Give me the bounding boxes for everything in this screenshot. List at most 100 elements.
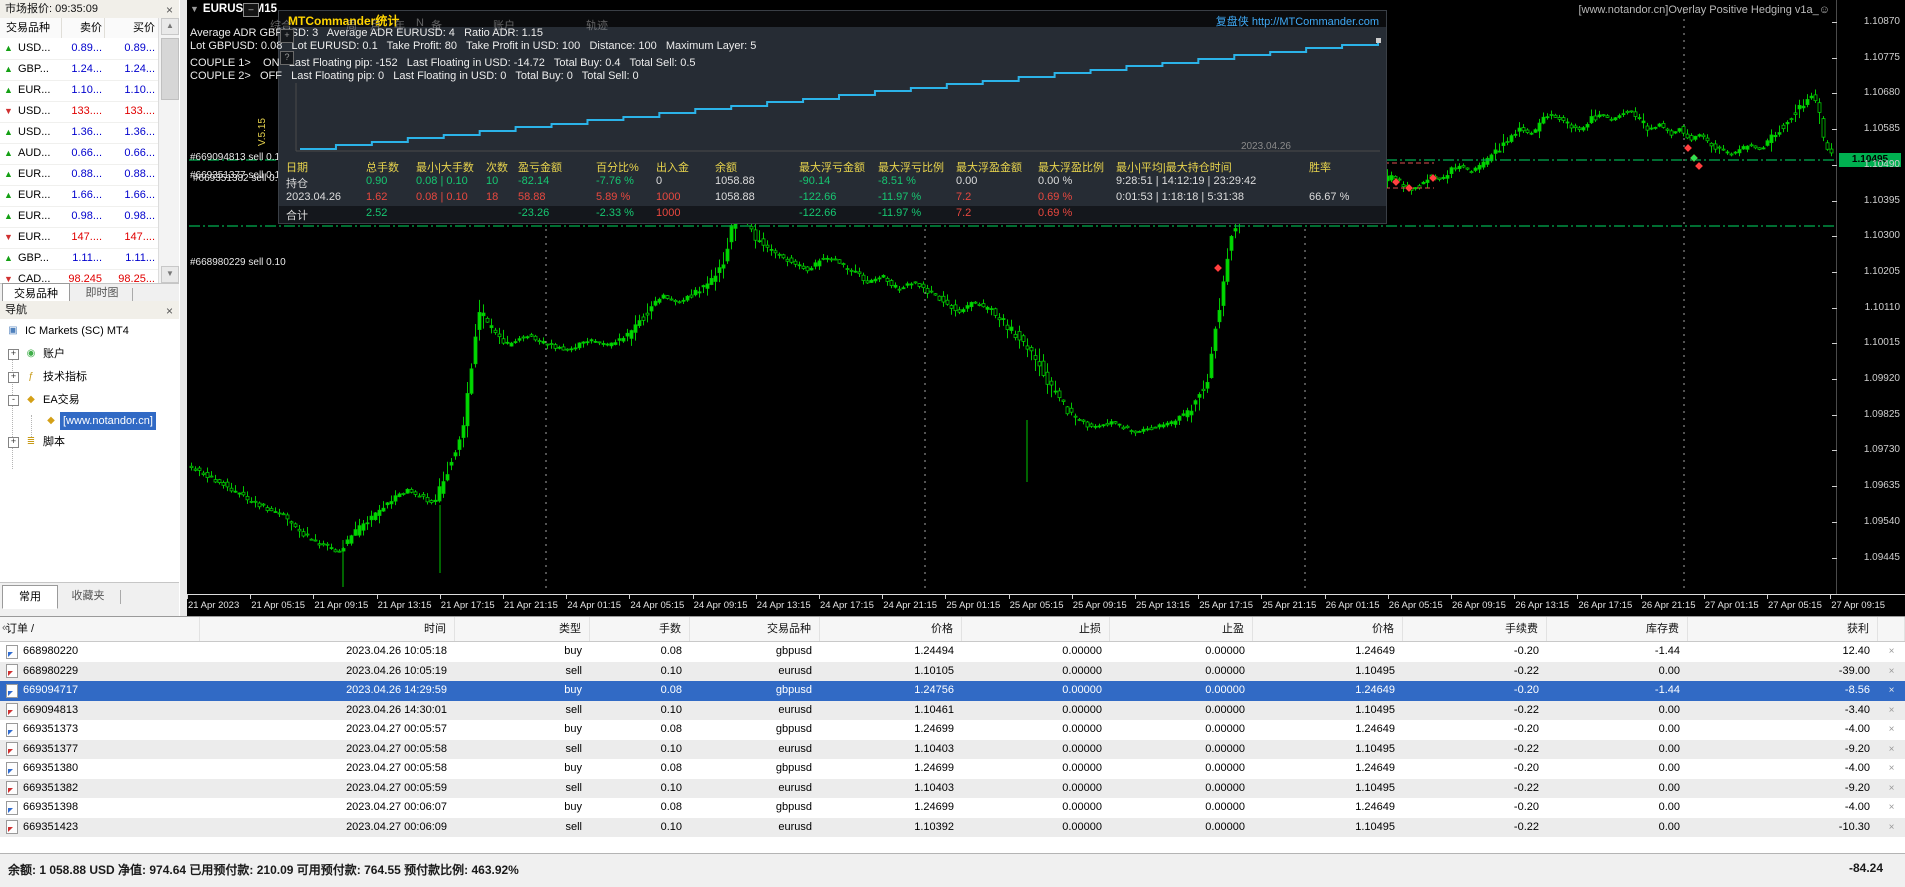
market-watch-row[interactable]: ▲ EUR... 1.66... 1.66... <box>0 185 167 207</box>
buy-order-icon <box>6 761 18 776</box>
tab-favorites[interactable]: 收藏夹 <box>60 585 116 607</box>
collapse-icon[interactable]: - <box>8 395 19 406</box>
buy-order-icon <box>6 722 18 737</box>
symbol-name: USD... <box>18 105 51 117</box>
chevron-down-icon[interactable]: ▼ <box>190 4 199 14</box>
market-watch-row[interactable]: ▲ GBP... 1.11... 1.11... <box>0 248 167 270</box>
orders-column-header[interactable]: 时间 <box>200 617 455 641</box>
order-row[interactable]: 669351382 2023.04.27 00:05:59 sell 0.10 euru… <box>0 778 1905 799</box>
symbol-name: EUR... <box>18 231 51 243</box>
order-row[interactable]: 669351423 2023.04.27 00:06:09 sell 0.10 euru… <box>0 817 1905 838</box>
close-order-icon[interactable]: × <box>1878 681 1905 701</box>
bid-price: 1.36... <box>71 126 102 138</box>
time-tick <box>1198 595 1200 599</box>
scrollbar-thumb[interactable] <box>161 38 179 100</box>
left-column: 市场报价: 09:35:09 × 交易品种 卖价 买价 ▲ USD... 0.89.… <box>0 0 180 616</box>
expand-icon[interactable]: + <box>8 349 19 360</box>
market-watch-row[interactable]: ▲ AUD... 0.66... 0.66... <box>0 143 167 165</box>
order-row[interactable]: 668980229 2023.04.26 10:05:19 sell 0.10 euru… <box>0 661 1905 682</box>
close-icon[interactable]: × <box>166 302 173 320</box>
orders-column-header[interactable]: 获利 <box>1688 617 1878 641</box>
tree-item-label[interactable]: EA交易 <box>40 391 83 409</box>
expand-icon[interactable]: + <box>8 372 19 383</box>
time-tick-label: 24 Apr 17:15 <box>820 600 874 611</box>
market-watch-row[interactable]: ▼ USD... 133.... 133.... <box>0 101 167 123</box>
scroll-down-icon[interactable]: ▼ <box>161 266 179 283</box>
orders-column-header[interactable]: 库存费 <box>1547 617 1688 641</box>
ghost-button-8[interactable]: 轨迹 <box>586 17 608 33</box>
market-watch-row[interactable]: ▲ EUR... 0.88... 0.88... <box>0 164 167 186</box>
orders-column-header[interactable]: 手续费 <box>1403 617 1547 641</box>
sidebar-item-3[interactable]: - ◆ EA交易 <box>0 391 179 409</box>
price-axis[interactable]: 1.10495 1.10870 1.10775 1.10680 1.10585 1.10… <box>1832 0 1905 594</box>
order-row[interactable]: 669351377 2023.04.27 00:05:58 sell 0.10 euru… <box>0 739 1905 760</box>
sidebar-item-account-root[interactable]: ▣ IC Markets (SC) MT4 <box>0 322 179 340</box>
chart-area[interactable]: ▼ EURUSD,M15 – [www.notandor.cn]Overlay P… <box>187 0 1836 594</box>
order-row[interactable]: 669351380 2023.04.27 00:05:58 buy 0.08 gbpus… <box>0 759 1905 779</box>
stats-value: 2.52 <box>366 207 388 219</box>
market-watch-scrollbar[interactable]: ▲ ▼ <box>158 18 180 283</box>
open-order-label: #669351382 sell 0.10 <box>193 173 289 184</box>
window-minimize-icon[interactable]: – <box>243 3 259 17</box>
order-row[interactable]: 669351398 2023.04.27 00:06:07 buy 0.08 gbpus… <box>0 798 1905 818</box>
stats-value: 0:01:53 | 1:18:18 | 5:31:38 <box>1116 191 1245 203</box>
ask-price: 1.10... <box>124 84 155 96</box>
close-order-icon[interactable]: × <box>1878 701 1905 721</box>
sidebar-item-2[interactable]: + ƒ 技术指标 <box>0 368 179 386</box>
time-axis[interactable]: 21 Apr 2023 21 Apr 05:15 21 Apr 09:15 21 Ap… <box>187 594 1905 617</box>
column-ask[interactable]: 买价 <box>105 18 155 38</box>
tree-item-label[interactable]: 技术指标 <box>40 368 90 386</box>
close-icon[interactable]: × <box>166 1 173 19</box>
market-watch-row[interactable]: ▲ USD... 0.89... 0.89... <box>0 38 167 60</box>
order-take-profit: 0.00000 <box>1205 684 1245 696</box>
tree-item-label[interactable]: [www.notandor.cn] <box>60 412 156 430</box>
order-row[interactable]: 669094813 2023.04.26 14:30:01 sell 0.10 euru… <box>0 700 1905 721</box>
column-symbol[interactable]: 交易品种 <box>6 18 50 38</box>
close-order-icon[interactable]: × <box>1878 759 1905 779</box>
tab-common[interactable]: 常用 <box>2 585 58 609</box>
sidebar-item-4[interactable]: ◆ [www.notandor.cn] <box>0 412 179 430</box>
order-row[interactable]: 668980220 2023.04.26 10:05:18 buy 0.08 gbpus… <box>0 642 1905 662</box>
sidebar-item-5[interactable]: + ≣ 脚本 <box>0 433 179 451</box>
ask-price: 1.36... <box>124 126 155 138</box>
orders-column-header[interactable]: 类型 <box>455 617 590 641</box>
column-bid[interactable]: 卖价 <box>62 18 102 38</box>
order-row[interactable]: 669351373 2023.04.27 00:05:57 buy 0.08 gbpus… <box>0 720 1905 740</box>
close-order-icon[interactable]: × <box>1878 818 1905 838</box>
close-order-icon[interactable]: × <box>1878 720 1905 740</box>
tab-tick-chart[interactable]: 即时图 <box>76 283 128 301</box>
orders-column-header[interactable]: 手数 <box>590 617 690 641</box>
market-watch-row[interactable]: ▲ EUR... 0.98... 0.98... <box>0 206 167 228</box>
close-order-icon[interactable]: × <box>1878 662 1905 682</box>
tab-symbols[interactable]: 交易品种 <box>2 283 70 303</box>
orders-column-header[interactable]: 止盈 <box>1110 617 1253 641</box>
terminal-collapse-icon[interactable]: « <box>2 622 8 634</box>
orders-column-header[interactable]: 止损 <box>962 617 1110 641</box>
close-order-icon[interactable]: × <box>1878 642 1905 662</box>
order-row[interactable]: 669094717 2023.04.26 14:29:59 buy 0.08 gbpus… <box>0 681 1905 701</box>
market-watch-row[interactable]: ▼ EUR... 147.... 147.... <box>0 227 167 249</box>
tree-item-label[interactable]: 脚本 <box>40 433 68 451</box>
time-tick <box>945 595 947 599</box>
mtcommander-titlebar[interactable]: MTCommander统计 复盘侠 http://MTCommander.com <box>279 11 1386 28</box>
market-watch-row[interactable]: ▲ EUR... 1.10... 1.10... <box>0 80 167 102</box>
open-order-label: #669094813 sell 0.10 <box>190 152 286 163</box>
scroll-up-icon[interactable]: ▲ <box>161 18 179 35</box>
orders-column-header[interactable]: 价格 <box>1253 617 1403 641</box>
time-tick <box>313 595 315 599</box>
orders-column-header[interactable]: 价格 <box>820 617 962 641</box>
expand-icon[interactable]: + <box>8 437 19 448</box>
orders-column-header[interactable]: 订单 / <box>0 617 200 641</box>
market-watch-row[interactable]: ▲ GBP... 1.24... 1.24... <box>0 59 167 81</box>
close-order-icon[interactable]: × <box>1878 798 1905 818</box>
close-order-icon[interactable]: × <box>1878 779 1905 799</box>
close-order-icon[interactable]: × <box>1878 740 1905 760</box>
market-watch-row[interactable]: ▼ CAD... 98.245 98.25... <box>0 269 167 283</box>
panel-help-icon[interactable]: ? <box>280 51 294 65</box>
sidebar-item-1[interactable]: + ◉ 账户 <box>0 345 179 363</box>
market-watch-row[interactable]: ▲ USD... 1.36... 1.36... <box>0 122 167 144</box>
tree-item-label[interactable]: 账户 <box>40 345 68 363</box>
tree-item-label[interactable]: IC Markets (SC) MT4 <box>22 322 132 340</box>
panel-expand-icon[interactable]: + <box>280 29 294 43</box>
orders-column-header[interactable]: 交易品种 <box>690 617 820 641</box>
